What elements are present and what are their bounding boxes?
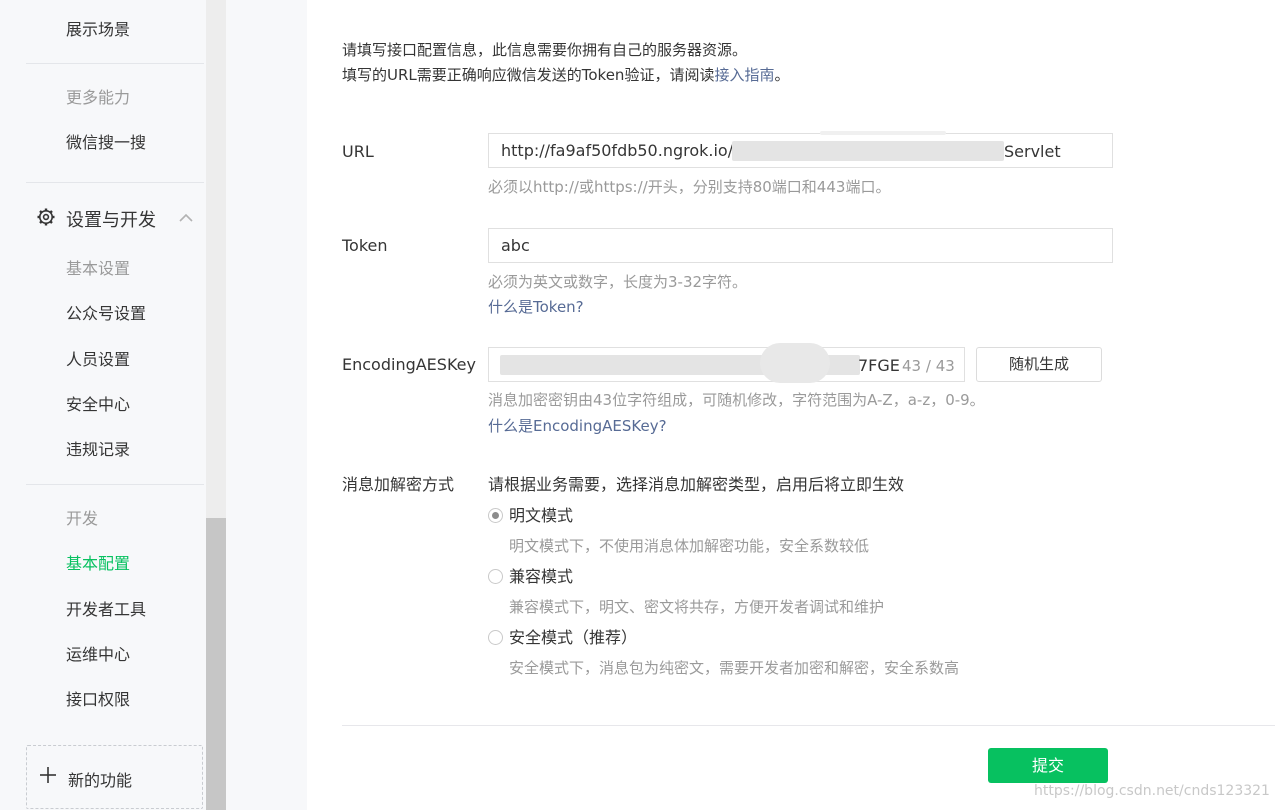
sidebar-item-violation-records[interactable]: 违规记录 (66, 440, 130, 460)
sidebar-item-wechat-search[interactable]: 微信搜一搜 (66, 133, 146, 153)
url-value-end: Servlet (1004, 142, 1061, 161)
intro-line-2-end: 。 (774, 66, 790, 84)
secure-mode-desc: 安全模式下，消息包为纯密文，需要开发者加密和解密，安全系数高 (509, 659, 960, 677)
sidebar-item-showcase[interactable]: 展示场景 (66, 20, 130, 40)
intro-line-2: 填写的URL需要正确响应微信发送的Token验证，请阅读接入指南。 (342, 65, 789, 85)
random-generate-button[interactable]: 随机生成 (976, 347, 1102, 382)
chevron-up-icon[interactable] (178, 210, 194, 230)
sidebar-gutter (226, 0, 307, 810)
what-is-token-link[interactable]: 什么是Token? (488, 297, 584, 317)
sidebar-item-developer-tools[interactable]: 开发者工具 (66, 600, 146, 620)
redacted-url-part (732, 141, 1004, 161)
url-label: URL (342, 142, 374, 161)
scrollbar-thumb[interactable] (206, 518, 226, 810)
form-divider (342, 725, 1275, 726)
token-hint: 必须为英文或数字，长度为3-32字符。 (488, 273, 748, 291)
aeskey-char-counter: 43 / 43 (902, 357, 955, 375)
sidebar-item-basic-config[interactable]: 基本配置 (66, 554, 130, 574)
encryption-mode-label: 消息加解密方式 (342, 475, 455, 494)
secure-mode-label[interactable]: 安全模式（推荐） (509, 628, 637, 648)
watermark: https://blog.csdn.net/cnds123321 (1034, 783, 1270, 799)
intro-line-2-text: 填写的URL需要正确响应微信发送的Token验证，请阅读 (342, 66, 715, 84)
plaintext-mode-desc: 明文模式下，不使用消息体加解密功能，安全系数较低 (509, 537, 870, 555)
aeskey-count: 43 (902, 357, 922, 375)
gear-icon (36, 207, 56, 231)
sidebar-section-label: 设置与开发 (66, 210, 156, 231)
aeskey-hint: 消息加密密钥由43位字符组成，可随机修改，字符范围为A-Z，a-z，0-9。 (488, 391, 985, 409)
encryption-mode-description: 请根据业务需要，选择消息加解密类型，启用后将立即生效 (488, 475, 905, 494)
intro-line-1: 请填写接口配置信息，此信息需要你拥有自己的服务器资源。 (342, 41, 748, 59)
sidebar-divider (26, 63, 204, 64)
redaction-smudge (760, 343, 830, 383)
sidebar-item-security-center[interactable]: 安全中心 (66, 395, 130, 415)
what-is-aeskey-link[interactable]: 什么是EncodingAESKey? (488, 416, 667, 436)
plus-icon (39, 766, 57, 788)
aeskey-value-end: 7FGE (858, 356, 900, 375)
new-feature-button[interactable]: 新的功能 (26, 745, 203, 809)
sidebar-item-ops-center[interactable]: 运维中心 (66, 645, 130, 665)
sidebar-group-development: 开发 (66, 509, 99, 528)
sidebar-divider (26, 484, 204, 485)
plaintext-mode-label[interactable]: 明文模式 (509, 506, 573, 526)
token-input[interactable]: abc (488, 228, 1113, 263)
url-hint: 必须以http://或https://开头，分别支持80端口和443端口。 (488, 178, 891, 196)
submit-button[interactable]: 提交 (988, 748, 1108, 783)
redaction-smudge (820, 131, 946, 135)
sidebar-group-basic-settings: 基本设置 (66, 259, 131, 278)
access-guide-link[interactable]: 接入指南 (714, 66, 774, 84)
radio-compatible-mode[interactable] (488, 569, 503, 584)
new-feature-label: 新的功能 (68, 771, 133, 790)
sidebar-section-settings-dev[interactable]: 设置与开发 (36, 207, 196, 231)
sidebar-divider (26, 182, 204, 183)
sidebar-item-api-permissions[interactable]: 接口权限 (66, 690, 130, 710)
compatible-mode-desc: 兼容模式下，明文、密文将共存，方便开发者调试和维护 (509, 598, 885, 616)
url-value-start: http://fa9af50fdb50.ngrok.io/D (501, 141, 746, 160)
aeskey-label: EncodingAESKey (342, 355, 476, 374)
token-label: Token (342, 236, 388, 255)
radio-secure-mode[interactable] (488, 630, 503, 645)
sidebar-item-account-settings[interactable]: 公众号设置 (66, 304, 146, 324)
aeskey-max: 43 (935, 357, 955, 375)
radio-plaintext-mode[interactable] (488, 508, 503, 523)
sidebar-group-more-capabilities: 更多能力 (66, 88, 131, 107)
sidebar-item-staff-settings[interactable]: 人员设置 (66, 350, 130, 370)
compatible-mode-label[interactable]: 兼容模式 (509, 567, 573, 587)
